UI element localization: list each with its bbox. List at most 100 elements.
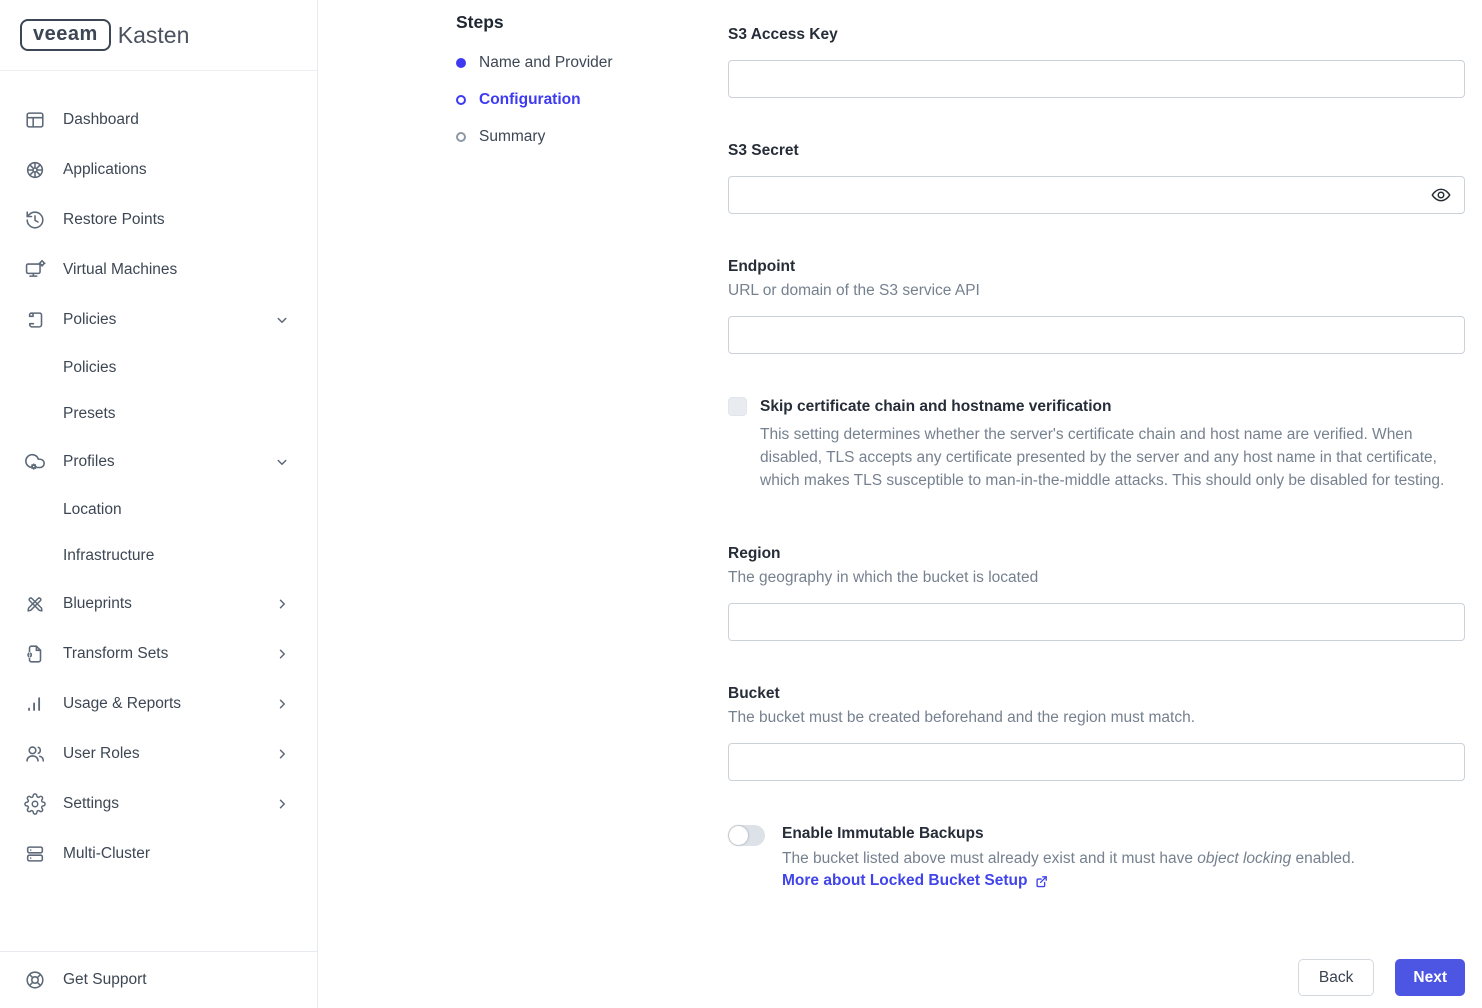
step-name-and-provider[interactable]: Name and Provider [456,54,728,72]
sidebar: veeam Kasten Dashboard Applications Rest… [0,0,318,1008]
endpoint-input[interactable] [728,316,1465,354]
bucket-group: Bucket The bucket must be created before… [728,684,1465,781]
bucket-input[interactable] [728,743,1465,781]
sidebar-item-restore-points[interactable]: Restore Points [0,195,317,245]
wizard-footer: Back Next [318,959,1482,1008]
desc-suffix: enabled. [1291,850,1355,867]
applications-icon [24,159,46,181]
region-group: Region The geography in which the bucket… [728,544,1465,641]
sidebar-item-label: Presets [63,405,116,423]
locked-link-label: More about Locked Bucket Setup [782,872,1027,890]
sidebar-subitem-location[interactable]: Location [0,487,317,533]
sidebar-item-label: Transform Sets [63,645,168,663]
reveal-secret-button[interactable] [1430,184,1452,206]
bucket-help: The bucket must be created beforehand an… [728,708,1465,727]
usage-reports-icon [24,693,46,715]
endpoint-help: URL or domain of the S3 service API [728,281,1465,300]
back-button[interactable]: Back [1298,959,1374,996]
sidebar-item-label: Policies [63,359,116,377]
sidebar-subitem-policies[interactable]: Policies [0,345,317,391]
sidebar-item-policies[interactable]: Policies [0,295,317,345]
chevron-right-icon [273,645,291,663]
locked-bucket-setup-link[interactable]: More about Locked Bucket Setup [782,872,1049,890]
sidebar-item-label: Location [63,501,122,519]
skip-cert-label: Skip certificate chain and hostname veri… [760,397,1111,416]
user-roles-icon [24,743,46,765]
profiles-icon [24,451,46,473]
s3-secret-input[interactable] [728,176,1465,214]
bucket-label: Bucket [728,684,1465,703]
sidebar-item-label: Blueprints [63,595,132,613]
region-input[interactable] [728,603,1465,641]
chevron-right-icon [273,745,291,763]
main-content: Steps Name and Provider Configuration Su… [318,0,1482,1008]
sidebar-item-transform-sets[interactable]: Transform Sets [0,629,317,679]
sidebar-item-settings[interactable]: Settings [0,779,317,829]
skip-cert-checkbox[interactable] [728,397,747,416]
steps-title: Steps [456,12,728,33]
immutable-backups-label: Enable Immutable Backups [782,824,1355,844]
sidebar-item-multi-cluster[interactable]: Multi-Cluster [0,829,317,879]
sidebar-item-applications[interactable]: Applications [0,145,317,195]
eye-icon [1430,184,1452,206]
desc-prefix: The bucket listed above must already exi… [782,850,1197,867]
kasten-logo-text: Kasten [118,22,190,49]
sidebar-nav: Dashboard Applications Restore Points Vi… [0,71,317,951]
s3-secret-label: S3 Secret [728,141,1465,160]
sidebar-item-label: Dashboard [63,111,139,129]
sidebar-footer: Get Support [0,951,317,1008]
profile-wizard: Steps Name and Provider Configuration Su… [318,0,1482,959]
sidebar-item-usage-reports[interactable]: Usage & Reports [0,679,317,729]
skip-cert-description: This setting determines whether the serv… [760,423,1465,492]
next-button[interactable]: Next [1395,959,1465,996]
sidebar-item-label: Policies [63,311,116,329]
sidebar-item-label: Profiles [63,453,115,471]
multi-cluster-icon [24,843,46,865]
get-support-label: Get Support [63,971,147,989]
endpoint-group: Endpoint URL or domain of the S3 service… [728,257,1465,354]
s3-access-key-label: S3 Access Key [728,25,1465,44]
sidebar-item-label: Settings [63,795,119,813]
step-current-ring-icon [456,95,466,105]
step-summary[interactable]: Summary [456,128,728,146]
chevron-right-icon [273,795,291,813]
s3-access-key-input[interactable] [728,60,1465,98]
sidebar-item-label: User Roles [63,745,140,763]
chevron-right-icon [273,595,291,613]
sidebar-item-profiles[interactable]: Profiles [0,437,317,487]
life-buoy-icon [24,969,46,991]
chevron-right-icon [273,695,291,713]
region-label: Region [728,544,1465,563]
sidebar-item-label: Restore Points [63,211,165,229]
sidebar-item-label: Applications [63,161,147,179]
dashboard-icon [24,109,46,131]
configuration-form: S3 Access Key S3 Secret Endpoint URL or … [728,0,1465,959]
chevron-down-icon [273,453,291,471]
step-label: Configuration [479,91,581,109]
sidebar-item-label: Usage & Reports [63,695,181,713]
desc-italic: object locking [1197,850,1291,867]
external-link-icon [1034,874,1049,889]
sidebar-item-virtual-machines[interactable]: Virtual Machines [0,245,317,295]
skip-cert-group: Skip certificate chain and hostname veri… [728,397,1465,492]
settings-gear-icon [24,793,46,815]
virtual-machines-icon [24,259,46,281]
toggle-knob [729,826,748,845]
transform-sets-icon [24,643,46,665]
restore-points-icon [24,209,46,231]
chevron-down-icon [273,311,291,329]
sidebar-item-label: Infrastructure [63,547,154,565]
sidebar-subitem-infrastructure[interactable]: Infrastructure [0,533,317,579]
immutable-backups-toggle[interactable] [728,825,765,846]
policies-icon [24,309,46,331]
step-label: Summary [479,128,545,146]
blueprints-icon [24,593,46,615]
veeam-logo: veeam [20,19,111,51]
step-configuration[interactable]: Configuration [456,91,728,109]
sidebar-item-blueprints[interactable]: Blueprints [0,579,317,629]
get-support-button[interactable]: Get Support [0,952,317,1008]
sidebar-subitem-presets[interactable]: Presets [0,391,317,437]
endpoint-label: Endpoint [728,257,1465,276]
sidebar-item-user-roles[interactable]: User Roles [0,729,317,779]
sidebar-item-dashboard[interactable]: Dashboard [0,95,317,145]
